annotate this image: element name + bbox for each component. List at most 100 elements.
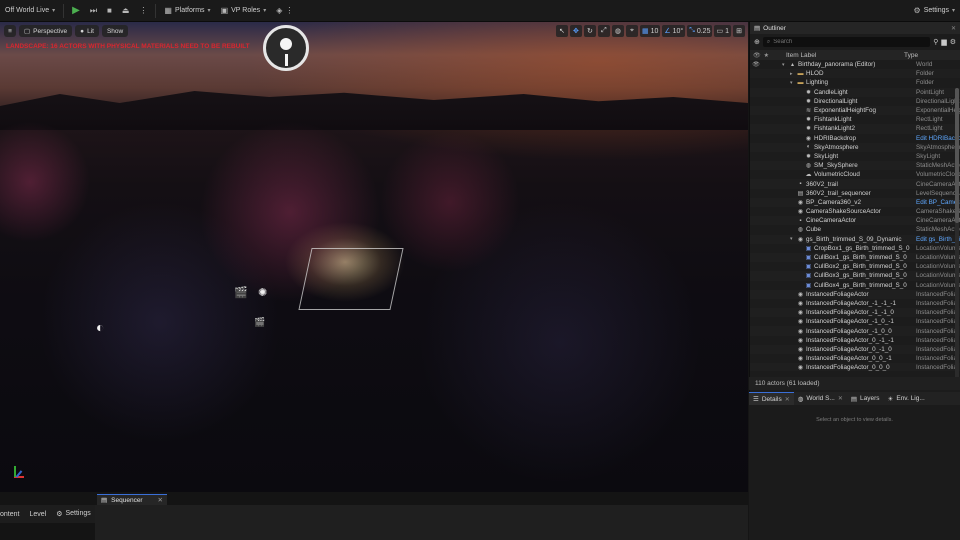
outliner-row[interactable]: ◉ InstancedFoliageActor_0_-1_-1 InstancedF…	[750, 336, 960, 345]
perspective-button[interactable]: ▢ Perspective	[19, 25, 73, 37]
grid-snap-button[interactable]: ▦ 10	[639, 25, 661, 37]
outliner-row[interactable]: ◉ CameraShakeSourceActor CameraShakeSo	[750, 207, 960, 216]
plugin-button[interactable]: ◈ ⋮	[271, 0, 298, 22]
visibility-toggle-icon[interactable]: 👁	[750, 61, 762, 68]
cull-icon: ▣	[805, 255, 812, 262]
show-button[interactable]: Show	[101, 25, 129, 37]
outliner-search-input[interactable]	[773, 39, 927, 45]
vp-roles-menu[interactable]: ▣ VP Roles ▾	[216, 0, 272, 22]
filter-icon[interactable]: ⚲	[933, 38, 938, 46]
outliner-row-type[interactable]: Edit BP_Camera	[916, 199, 960, 206]
details-tab[interactable]: ▤ Layers	[847, 392, 884, 405]
skylight-icon[interactable]: ✺	[258, 288, 267, 299]
details-tab[interactable]: ☰ Details ✕	[749, 392, 794, 405]
expand-caret-icon[interactable]: ▸	[790, 71, 795, 77]
outliner-row[interactable]: ◉ InstancedFoliageActor_-1_-1_0 InstancedF…	[750, 308, 960, 318]
outliner-row[interactable]: ▣ CullBox2_gs_Birth_trimmed_S_0 LocationVo…	[750, 262, 960, 271]
outliner-row-type[interactable]: Edit HDRIBackd	[916, 135, 960, 142]
select-tool-button[interactable]: ↖	[555, 25, 568, 37]
sequencer-clapper-icon[interactable]: 🎬	[234, 288, 248, 299]
outliner-row[interactable]: ✹ CandleLight PointLight	[750, 87, 960, 97]
settings-menu[interactable]: ⚙ Settings ▾	[909, 0, 960, 22]
outliner-row[interactable]: 👁 ▾ ▴ Birthday_panorama (Editor) World	[750, 60, 960, 69]
camera-shake-icon[interactable]: 🎬	[254, 318, 265, 327]
item-label-column[interactable]: Item Label	[770, 52, 904, 59]
outliner-row[interactable]: ◉ InstancedFoliageActor_-1_0_-1 InstancedF…	[750, 317, 960, 326]
close-icon[interactable]: ✕	[158, 496, 163, 504]
sky-atmosphere-icon[interactable]: ◐	[96, 320, 104, 334]
close-icon[interactable]: ✕	[951, 25, 956, 32]
level-tab[interactable]: Level	[29, 511, 46, 518]
expand-caret-icon[interactable]: ▾	[790, 80, 795, 86]
outliner-row[interactable]: ▪ CineCameraActor CineCameraActo	[750, 216, 960, 226]
outliner-row[interactable]: ◉ InstancedFoliageActor_0_0_0 InstancedFol…	[750, 363, 960, 371]
cube-selection-box[interactable]	[298, 248, 404, 310]
outliner-row[interactable]: ▣ CullBox4_gs_Birth_trimmed_S_0 LocationVo…	[750, 281, 960, 290]
outliner-scrollbar[interactable]	[955, 88, 959, 388]
outliner-row-type: InstancedFolia	[916, 364, 957, 371]
viewport-layout-button[interactable]: ⊞	[733, 25, 745, 37]
details-tab[interactable]: ◍ World S... ✕	[794, 392, 847, 405]
outliner-row[interactable]: ◉ InstancedFoliageActor_-1_0_0 InstancedFo…	[750, 326, 960, 336]
outliner-row[interactable]: ▸ ▬ HLOD Folder	[750, 69, 960, 79]
surface-snap-toggle[interactable]: ⌖	[625, 25, 638, 37]
outliner-row[interactable]: ▣ CullBox3_gs_Birth_trimmed_S_0 LocationVo…	[750, 271, 960, 281]
lit-button[interactable]: ● Lit	[75, 25, 99, 37]
outliner-row[interactable]: ◍ Cube StaticMeshActo	[750, 225, 960, 234]
outliner-row[interactable]: ✹ FishtankLight2 RectLight	[750, 124, 960, 134]
outliner-row[interactable]: ✹ DirectionalLight DirectionalLight	[750, 97, 960, 106]
add-filter-icon[interactable]: ⊕	[754, 38, 760, 46]
type-column[interactable]: Type	[904, 52, 960, 59]
outliner-row[interactable]: ◉ BP_Camera360_v2 Edit BP_Camera	[750, 197, 960, 207]
rotation-snap-button[interactable]: ∠ 10°	[662, 25, 686, 37]
outliner-row[interactable]: ▾ ◉ gs_Birth_trimmed_S_09_Dynamic Edit gs_B…	[750, 234, 960, 244]
details-tab[interactable]: ☀ Env. Lig...	[884, 392, 929, 405]
outliner-row[interactable]: ▣ CullBox1_gs_Birth_trimmed_S_0 LocationVo…	[750, 252, 960, 263]
outliner-row[interactable]: ▪ 360V2_trail CineCameraActo	[750, 179, 960, 189]
outliner-row[interactable]: ◉ InstancedFoliageActor_-1_-1_-1 Instanced…	[750, 299, 960, 308]
outliner-tab[interactable]: ▤ Outliner ✕	[750, 22, 960, 34]
play-button[interactable]: ▶	[67, 0, 85, 22]
outliner-row[interactable]: ✹ FishtankLight RectLight	[750, 115, 960, 124]
outliner-row[interactable]: ◉ InstancedFoliageActor_0_-1_0 InstancedFo…	[750, 344, 960, 354]
eject-button[interactable]: ⏏	[117, 0, 135, 22]
outliner-row[interactable]: ◉ InstancedFoliageActor InstancedFolia	[750, 289, 960, 299]
content-drawer-tab[interactable]: ontent	[0, 511, 19, 518]
add-folder-icon[interactable]: ▆	[941, 38, 946, 46]
directional-light-icon[interactable]	[263, 25, 309, 71]
viewport-menu-button[interactable]: ≡	[4, 25, 16, 37]
outliner-row[interactable]: ✹ SkyLight SkyLight	[750, 152, 960, 161]
stop-button[interactable]: ■	[102, 0, 117, 22]
outliner-search-box[interactable]: ⌕	[762, 37, 931, 47]
rotate-tool-button[interactable]: ↻	[583, 25, 596, 37]
expand-caret-icon[interactable]: ▾	[782, 62, 787, 68]
outliner-row[interactable]: ▤ 360V2_trail_sequencer LevelSequenceA	[750, 189, 960, 198]
gear-icon[interactable]: ⚙	[950, 38, 956, 46]
scale-tool-button[interactable]: ⤢	[597, 25, 610, 37]
bottom-settings-tab[interactable]: ⚙ Settings	[56, 510, 91, 518]
translate-tool-button[interactable]: ✥	[569, 25, 582, 37]
world-local-toggle[interactable]: ◍	[611, 25, 624, 37]
scrollbar-thumb[interactable]	[955, 88, 959, 223]
level-viewport[interactable]: ≡ ▢ Perspective ● Lit Show LANDSCAPE: 16…	[0, 22, 748, 492]
outliner-row[interactable]: ◐ SkyAtmosphere SkyAtmosphere	[750, 142, 960, 152]
outliner-row[interactable]: ◍ SM_SkySphere StaticMeshActo	[750, 161, 960, 171]
outliner-row[interactable]: ☁ VolumetricCloud VolumetricCloud	[750, 170, 960, 179]
outliner-row-type: LevelSequenceA	[916, 189, 960, 197]
scale-snap-button[interactable]: ⤡ 0.25	[687, 25, 713, 37]
outliner-row[interactable]: ≋ ExponentialHeightFog ExponentialHeig	[750, 105, 960, 116]
play-options-button[interactable]: ⋮	[134, 0, 152, 22]
close-icon[interactable]: ✕	[785, 396, 790, 403]
outliner-row[interactable]: ▣ CropBox1_gs_Birth_trimmed_S_0 LocationVo…	[750, 244, 960, 253]
outliner-row-type[interactable]: Edit gs_Birth_tri	[916, 236, 960, 243]
world-selector[interactable]: Off World Live ▾	[0, 0, 60, 22]
platforms-menu[interactable]: ▦ Platforms ▾	[159, 0, 215, 22]
sequencer-tab[interactable]: ▤ Sequencer ✕	[97, 494, 167, 505]
outliner-row[interactable]: ◉ InstancedFoliageActor_0_0_-1 InstancedFo…	[750, 354, 960, 363]
close-icon[interactable]: ✕	[838, 395, 843, 402]
outliner-row[interactable]: ▾ ▬ Lighting Folder	[750, 78, 960, 87]
step-button[interactable]: ⏭	[85, 0, 102, 22]
outliner-row[interactable]: ◉ HDRIBackdrop Edit HDRIBackd	[750, 134, 960, 143]
expand-caret-icon[interactable]: ▾	[790, 236, 795, 242]
camera-speed-button[interactable]: ▭ 1	[714, 25, 731, 37]
